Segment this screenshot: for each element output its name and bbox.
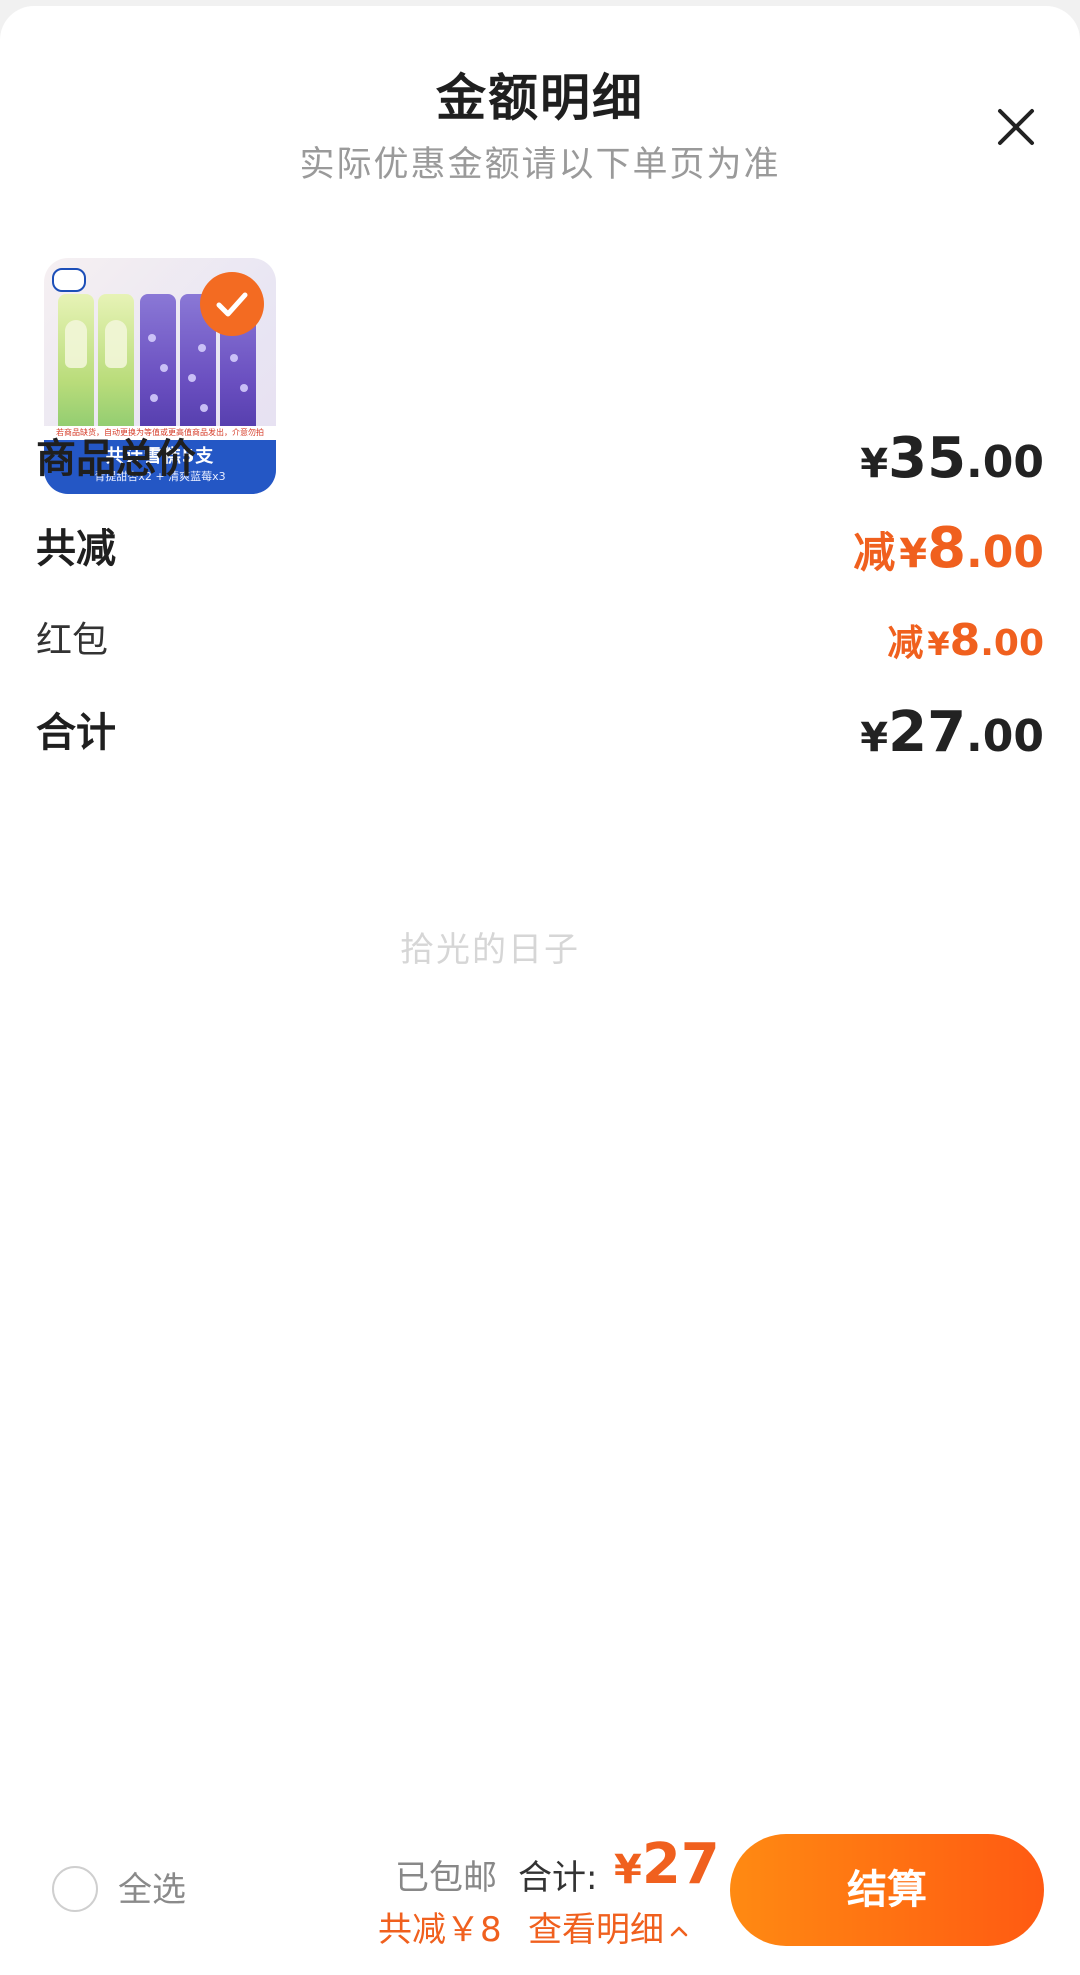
discount-total-row: 共减 减 ¥8.00	[36, 514, 1044, 584]
total-amount: ¥27.00	[860, 698, 1044, 781]
discount-total-amount: 减 ¥8.00	[853, 514, 1044, 597]
currency-symbol: ¥	[899, 531, 928, 577]
chevron-up-icon	[670, 1926, 688, 1936]
red-packet-row: 红包 减 ¥8.00	[36, 606, 1044, 676]
sheet-subtitle: 实际优惠金额请以下单页为准	[299, 145, 781, 185]
footer-total-label: 合计:	[518, 1858, 598, 1898]
total-label: 合计	[36, 710, 116, 756]
discount-prefix: 减	[887, 623, 924, 664]
red-packet-label: 红包	[36, 620, 109, 661]
free-shipping-text: 已包邮	[395, 1858, 497, 1898]
amount-integer: 8	[927, 516, 967, 581]
subtotal-row: 商品总价 ¥35.00	[36, 424, 1044, 494]
amount-decimal: .00	[980, 623, 1044, 664]
discount-total-label: 共减	[36, 526, 116, 572]
amount-decimal: .00	[966, 437, 1044, 488]
footer-total-value: ¥27	[614, 1832, 720, 1897]
amount-detail-sheet: 金额明细 实际优惠金额请以下单页为准 若商品缺货，自动更换为等值或更高值商品发出…	[0, 6, 1080, 1975]
discount-prefix: 减	[853, 528, 896, 577]
checkout-button[interactable]: 结算	[730, 1834, 1044, 1946]
radio-circle-icon[interactable]	[52, 1866, 98, 1912]
amount-integer: 27	[888, 700, 967, 765]
select-all-toggle[interactable]: 全选	[52, 1864, 212, 1920]
currency-symbol: ¥	[860, 441, 889, 487]
close-icon	[998, 109, 1034, 145]
red-packet-amount: 减 ¥8.00	[887, 606, 1044, 685]
subtotal-amount: ¥35.00	[860, 424, 1044, 507]
currency-symbol: ¥	[860, 715, 889, 761]
amount-integer: 35	[888, 426, 967, 491]
currency-symbol: ¥	[614, 1847, 642, 1893]
select-all-label: 全选	[118, 1870, 186, 1910]
amount-integer: 8	[949, 615, 981, 666]
view-detail-link[interactable]: 查看明细	[528, 1902, 690, 1951]
close-button[interactable]	[990, 101, 1042, 153]
footer-saving-text: 共减￥8	[378, 1910, 502, 1950]
subtotal-label: 商品总价	[36, 436, 196, 482]
total-row: 合计 ¥27.00	[36, 698, 1044, 768]
selected-checkbox[interactable]	[200, 272, 264, 336]
view-detail-label: 查看明细	[528, 1910, 664, 1950]
watermark-text: 拾光的日子	[400, 930, 580, 970]
checkmark-icon	[216, 292, 248, 317]
footer-total-number: 27	[641, 1832, 720, 1897]
brand-logo	[52, 268, 86, 292]
currency-symbol: ¥	[927, 625, 950, 663]
amount-decimal: .00	[966, 711, 1044, 762]
sheet-title: 金额明细	[436, 69, 644, 127]
amount-decimal: .00	[966, 527, 1044, 578]
